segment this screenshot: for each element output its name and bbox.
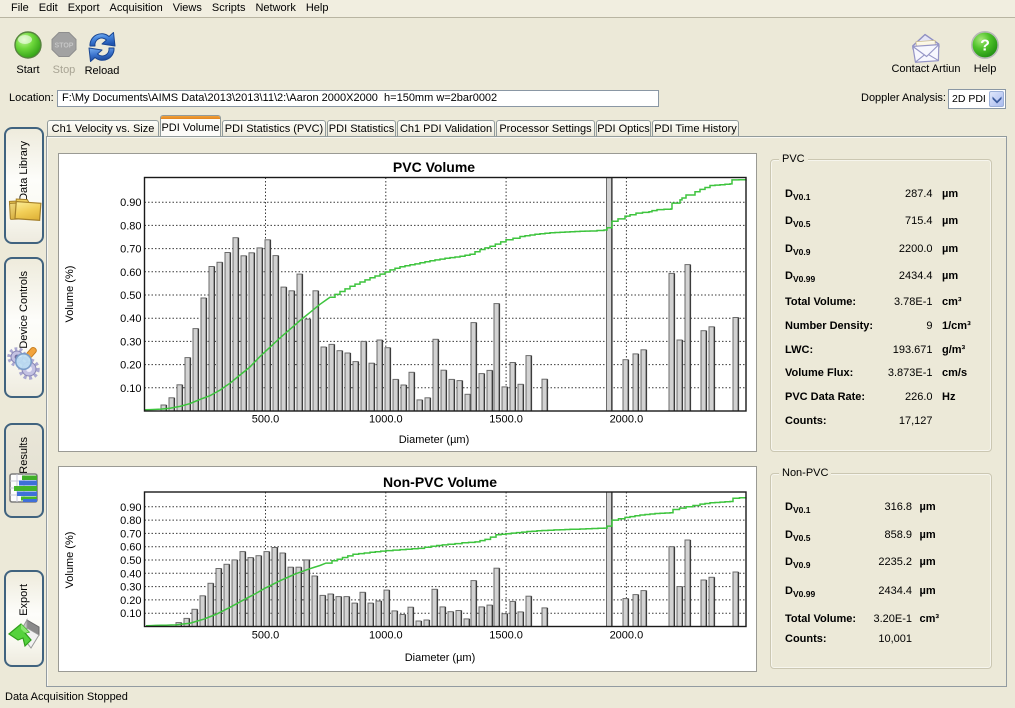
svg-text:Diameter (µm): Diameter (µm) bbox=[399, 434, 470, 446]
svg-text:0.90: 0.90 bbox=[120, 197, 141, 209]
svg-text:Diameter (µm): Diameter (µm) bbox=[405, 652, 476, 664]
svg-text:STOP: STOP bbox=[55, 43, 74, 50]
svg-text:Non-PVC Volume: Non-PVC Volume bbox=[383, 474, 497, 490]
svg-text:0.70: 0.70 bbox=[120, 528, 141, 540]
svg-text:2000.0: 2000.0 bbox=[610, 630, 644, 642]
svg-text:1000.0: 1000.0 bbox=[369, 630, 403, 642]
svg-text:0.50: 0.50 bbox=[120, 290, 141, 302]
svg-text:Volume (%): Volume (%) bbox=[64, 266, 76, 323]
svg-text:1000.0: 1000.0 bbox=[369, 414, 403, 426]
svg-text:0.70: 0.70 bbox=[120, 244, 141, 256]
svg-text:0.20: 0.20 bbox=[120, 595, 141, 607]
svg-text:Volume (%): Volume (%) bbox=[64, 532, 76, 589]
svg-text:0.30: 0.30 bbox=[120, 582, 141, 594]
svg-text:0.10: 0.10 bbox=[120, 608, 141, 620]
svg-text:0.20: 0.20 bbox=[120, 360, 141, 372]
svg-text:?: ? bbox=[980, 38, 990, 55]
svg-text:0.50: 0.50 bbox=[120, 555, 141, 567]
svg-text:0.10: 0.10 bbox=[120, 383, 141, 395]
svg-text:PVC Volume: PVC Volume bbox=[393, 159, 475, 175]
svg-text:2000.0: 2000.0 bbox=[610, 414, 644, 426]
svg-text:0.90: 0.90 bbox=[120, 502, 141, 514]
svg-text:0.30: 0.30 bbox=[120, 336, 141, 348]
svg-text:1500.0: 1500.0 bbox=[489, 414, 523, 426]
svg-text:0.80: 0.80 bbox=[120, 220, 141, 232]
svg-text:0.80: 0.80 bbox=[120, 515, 141, 527]
svg-text:0.40: 0.40 bbox=[120, 568, 141, 580]
svg-text:0.40: 0.40 bbox=[120, 313, 141, 325]
svg-text:1500.0: 1500.0 bbox=[489, 630, 523, 642]
svg-text:0.60: 0.60 bbox=[120, 267, 141, 279]
svg-text:500.0: 500.0 bbox=[252, 414, 280, 426]
svg-text:500.0: 500.0 bbox=[252, 630, 280, 642]
svg-text:0.60: 0.60 bbox=[120, 542, 141, 554]
